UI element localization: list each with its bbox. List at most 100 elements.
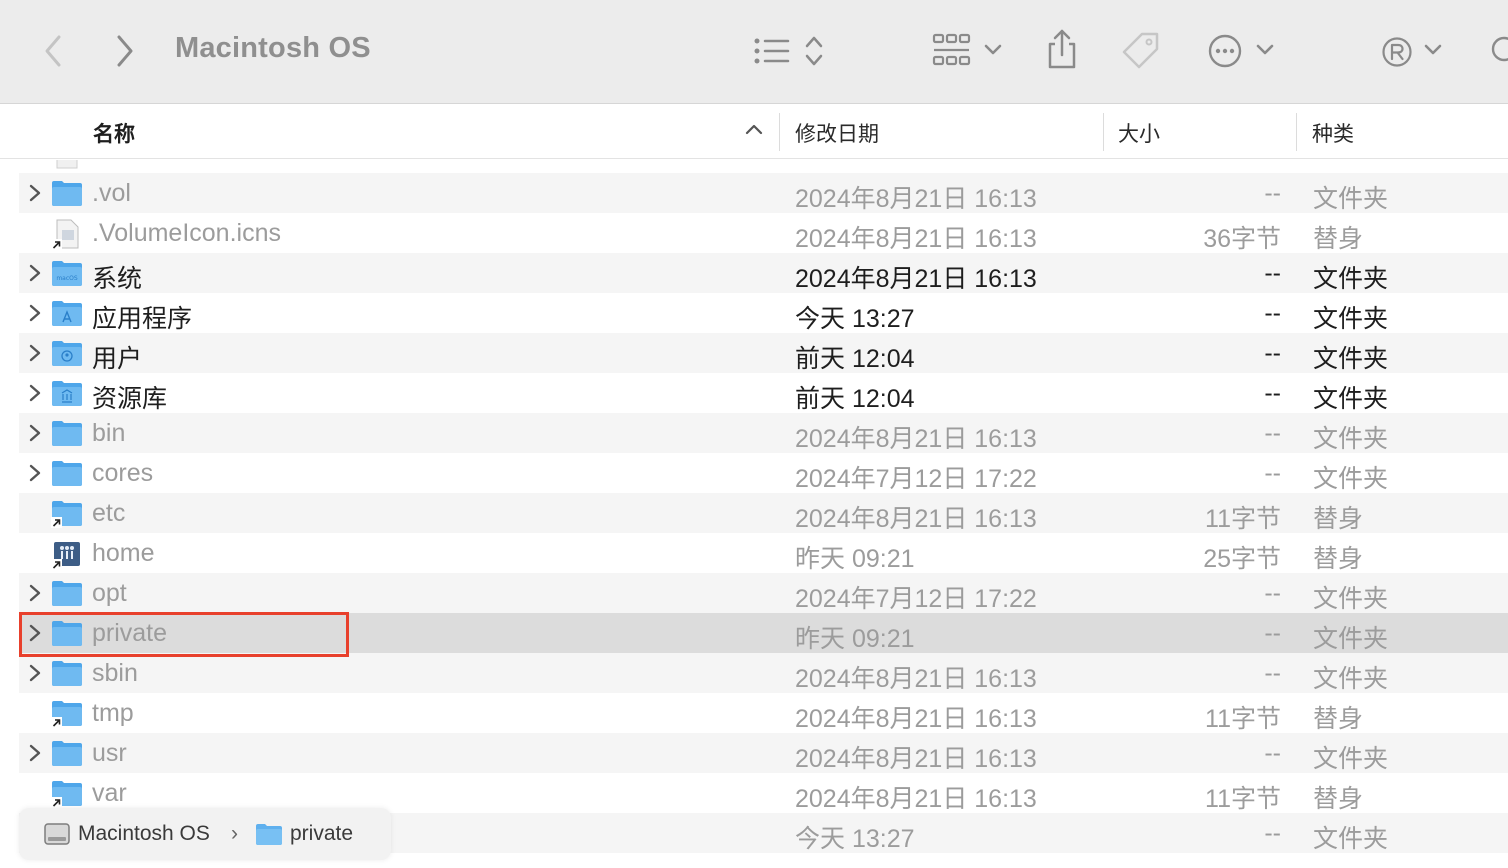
account-button[interactable] [1381, 36, 1413, 68]
disclosure-triangle-icon[interactable] [28, 744, 42, 762]
folder-icon [52, 741, 82, 766]
disclosure-triangle-icon[interactable] [28, 664, 42, 682]
row-name: 用户 [92, 345, 143, 373]
disclosure-triangle-icon[interactable] [28, 304, 42, 322]
svg-text:macOS: macOS [56, 275, 78, 282]
folder-icon [52, 181, 82, 206]
disclosure-triangle-icon[interactable] [28, 384, 42, 402]
row-name: opt [92, 579, 127, 607]
row-date: 2024年8月21日 16:13 [795, 745, 1037, 773]
group-view-menu[interactable] [984, 43, 1002, 57]
column-divider[interactable] [1103, 113, 1104, 151]
path-disk[interactable]: Macintosh OS [78, 822, 210, 846]
table-row[interactable]: private 昨天 09:21 -- 文件夹 [19, 613, 1508, 653]
table-row[interactable]: sbin 2024年8月21日 16:13 -- 文件夹 [19, 653, 1508, 693]
document-icon [56, 160, 78, 169]
folder-icon [52, 661, 82, 686]
chevron-down-icon [1424, 44, 1442, 55]
row-kind: 文件夹 [1313, 345, 1389, 373]
row-date: 2024年8月21日 16:13 [795, 185, 1037, 213]
table-row[interactable]: home 昨天 09:21 25字节 替身 [19, 533, 1508, 573]
column-divider[interactable] [779, 113, 780, 151]
sort-button[interactable] [803, 34, 825, 68]
folder-alias-icon [51, 701, 82, 728]
group-view-button[interactable] [932, 32, 972, 70]
disclosure-triangle-icon[interactable] [28, 264, 42, 282]
row-size: -- [1264, 299, 1281, 327]
more-menu[interactable] [1256, 43, 1274, 57]
row-kind: 替身 [1313, 705, 1364, 733]
search-button[interactable] [1488, 34, 1508, 68]
folder-icon [52, 581, 82, 606]
folder-icon [52, 381, 82, 406]
disclosure-triangle-icon[interactable] [28, 344, 42, 362]
row-name: 系统 [92, 265, 143, 293]
disclosure-triangle-icon[interactable] [28, 184, 42, 202]
table-row[interactable]: bin 2024年8月21日 16:13 -- 文件夹 [19, 413, 1508, 453]
row-size: -- [1264, 259, 1281, 287]
column-name-header[interactable]: 名称 [93, 118, 135, 148]
account-menu[interactable] [1424, 43, 1442, 57]
row-name: cores [92, 459, 154, 487]
disclosure-triangle-icon[interactable] [28, 424, 42, 442]
table-row[interactable]: macOS 系统 2024年8月21日 16:13 -- 文件夹 [19, 253, 1508, 293]
folder-icon [52, 621, 82, 646]
table-row[interactable]: etc 2024年8月21日 16:13 11字节 替身 [19, 493, 1508, 533]
table-row[interactable]: .vol 2024年8月21日 16:13 -- 文件夹 [19, 173, 1508, 213]
path-separator: › [231, 822, 238, 845]
back-button[interactable] [42, 34, 64, 68]
row-size: -- [1264, 459, 1281, 487]
table-row[interactable]: .VolumeIcon.icns 2024年8月21日 16:13 36字节 替身 [19, 213, 1508, 253]
row-date: 2024年8月21日 16:13 [795, 665, 1037, 693]
folder-icon: macOS [52, 261, 82, 286]
table-row[interactable]: 用户 前天 12:04 -- 文件夹 [19, 333, 1508, 373]
chevron-left-icon [45, 35, 61, 67]
tag-button[interactable] [1120, 30, 1162, 72]
path-bar: Macintosh OS › private [19, 808, 391, 860]
table-row-partial[interactable] [19, 160, 1508, 173]
disclosure-triangle-icon[interactable] [28, 464, 42, 482]
column-size-header[interactable]: 大小 [1118, 118, 1160, 148]
folder-icon [52, 341, 82, 366]
alias-document-icon [51, 219, 79, 250]
row-size: -- [1264, 819, 1281, 847]
row-name: usr [92, 739, 127, 767]
path-folder[interactable]: private [290, 822, 353, 846]
table-row[interactable]: usr 2024年8月21日 16:13 -- 文件夹 [19, 733, 1508, 773]
row-name: .vol [92, 179, 131, 207]
finder-window: Macintosh OS 名称 修改日期 大小 种类 .vol 2024年8月2… [0, 0, 1508, 868]
column-divider[interactable] [1296, 113, 1297, 151]
row-date: 2024年8月21日 16:13 [795, 505, 1037, 533]
column-kind-header[interactable]: 种类 [1312, 118, 1354, 148]
list-view-button[interactable] [752, 34, 792, 68]
table-row[interactable]: 应用程序 今天 13:27 -- 文件夹 [19, 293, 1508, 333]
column-date-header[interactable]: 修改日期 [795, 118, 879, 148]
table-row[interactable]: tmp 2024年8月21日 16:13 11字节 替身 [19, 693, 1508, 733]
row-name: bin [92, 419, 126, 447]
home-alias-icon [51, 542, 80, 570]
forward-button[interactable] [114, 34, 136, 68]
share-icon [1048, 29, 1076, 69]
row-size: -- [1264, 619, 1281, 647]
row-date: 2024年8月21日 16:13 [795, 785, 1037, 813]
table-row[interactable]: opt 2024年7月12日 17:22 -- 文件夹 [19, 573, 1508, 613]
disclosure-triangle-icon[interactable] [28, 624, 42, 642]
row-size: -- [1264, 739, 1281, 767]
row-name: tmp [92, 699, 134, 727]
share-button[interactable] [1045, 28, 1079, 70]
row-size: -- [1264, 419, 1281, 447]
row-kind: 文件夹 [1313, 425, 1389, 453]
row-date: 2024年7月12日 17:22 [795, 465, 1037, 493]
window-title: Macintosh OS [175, 32, 371, 64]
folder-icon [52, 421, 82, 446]
more-button[interactable] [1207, 33, 1243, 69]
row-name: sbin [92, 659, 138, 687]
disclosure-triangle-icon[interactable] [28, 584, 42, 602]
table-row[interactable]: 资源库 前天 12:04 -- 文件夹 [19, 373, 1508, 413]
table-row[interactable]: cores 2024年7月12日 17:22 -- 文件夹 [19, 453, 1508, 493]
table-row[interactable]: var 2024年8月21日 16:13 11字节 替身 [19, 773, 1508, 813]
row-date: 昨天 09:21 [795, 545, 915, 573]
row-date: 今天 13:27 [795, 825, 915, 853]
row-date: 昨天 09:21 [795, 625, 915, 653]
row-name: 资源库 [92, 385, 168, 413]
